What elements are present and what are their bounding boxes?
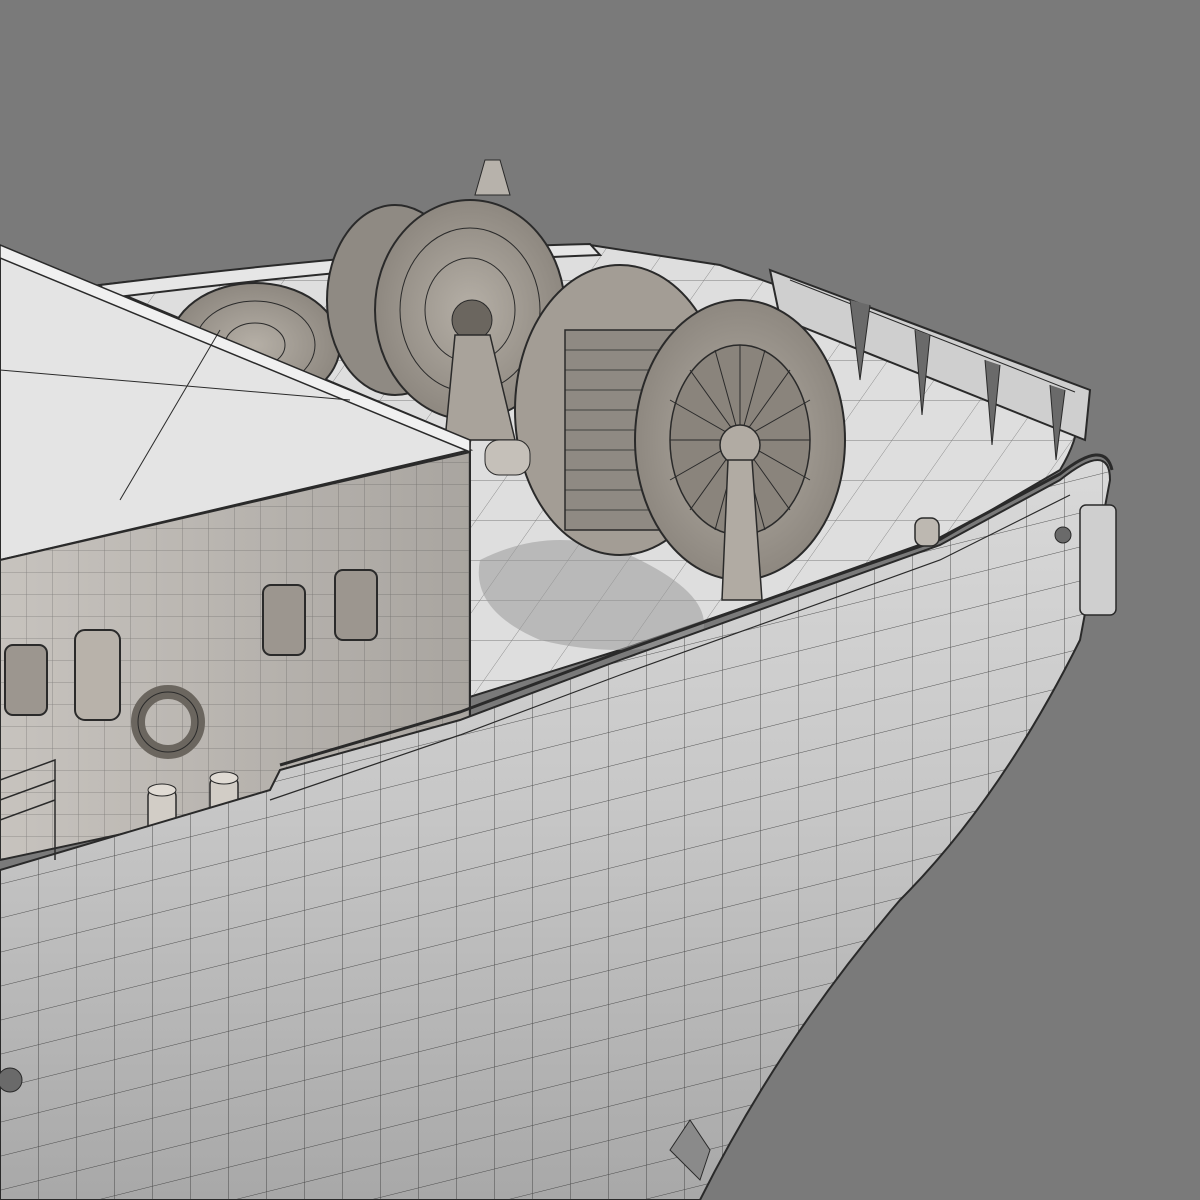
pipe-fitting bbox=[484, 439, 531, 476]
render-viewport bbox=[0, 0, 1200, 1200]
stem-plate bbox=[1079, 504, 1117, 616]
porthole-window bbox=[334, 569, 378, 641]
hawse-hole bbox=[1054, 526, 1072, 544]
porthole-window bbox=[4, 644, 48, 716]
door bbox=[74, 629, 121, 721]
ship-bow-render bbox=[0, 0, 1200, 1200]
porthole-window bbox=[262, 584, 306, 656]
hawse-hole bbox=[0, 1067, 23, 1093]
mooring-fairlead bbox=[914, 517, 940, 547]
